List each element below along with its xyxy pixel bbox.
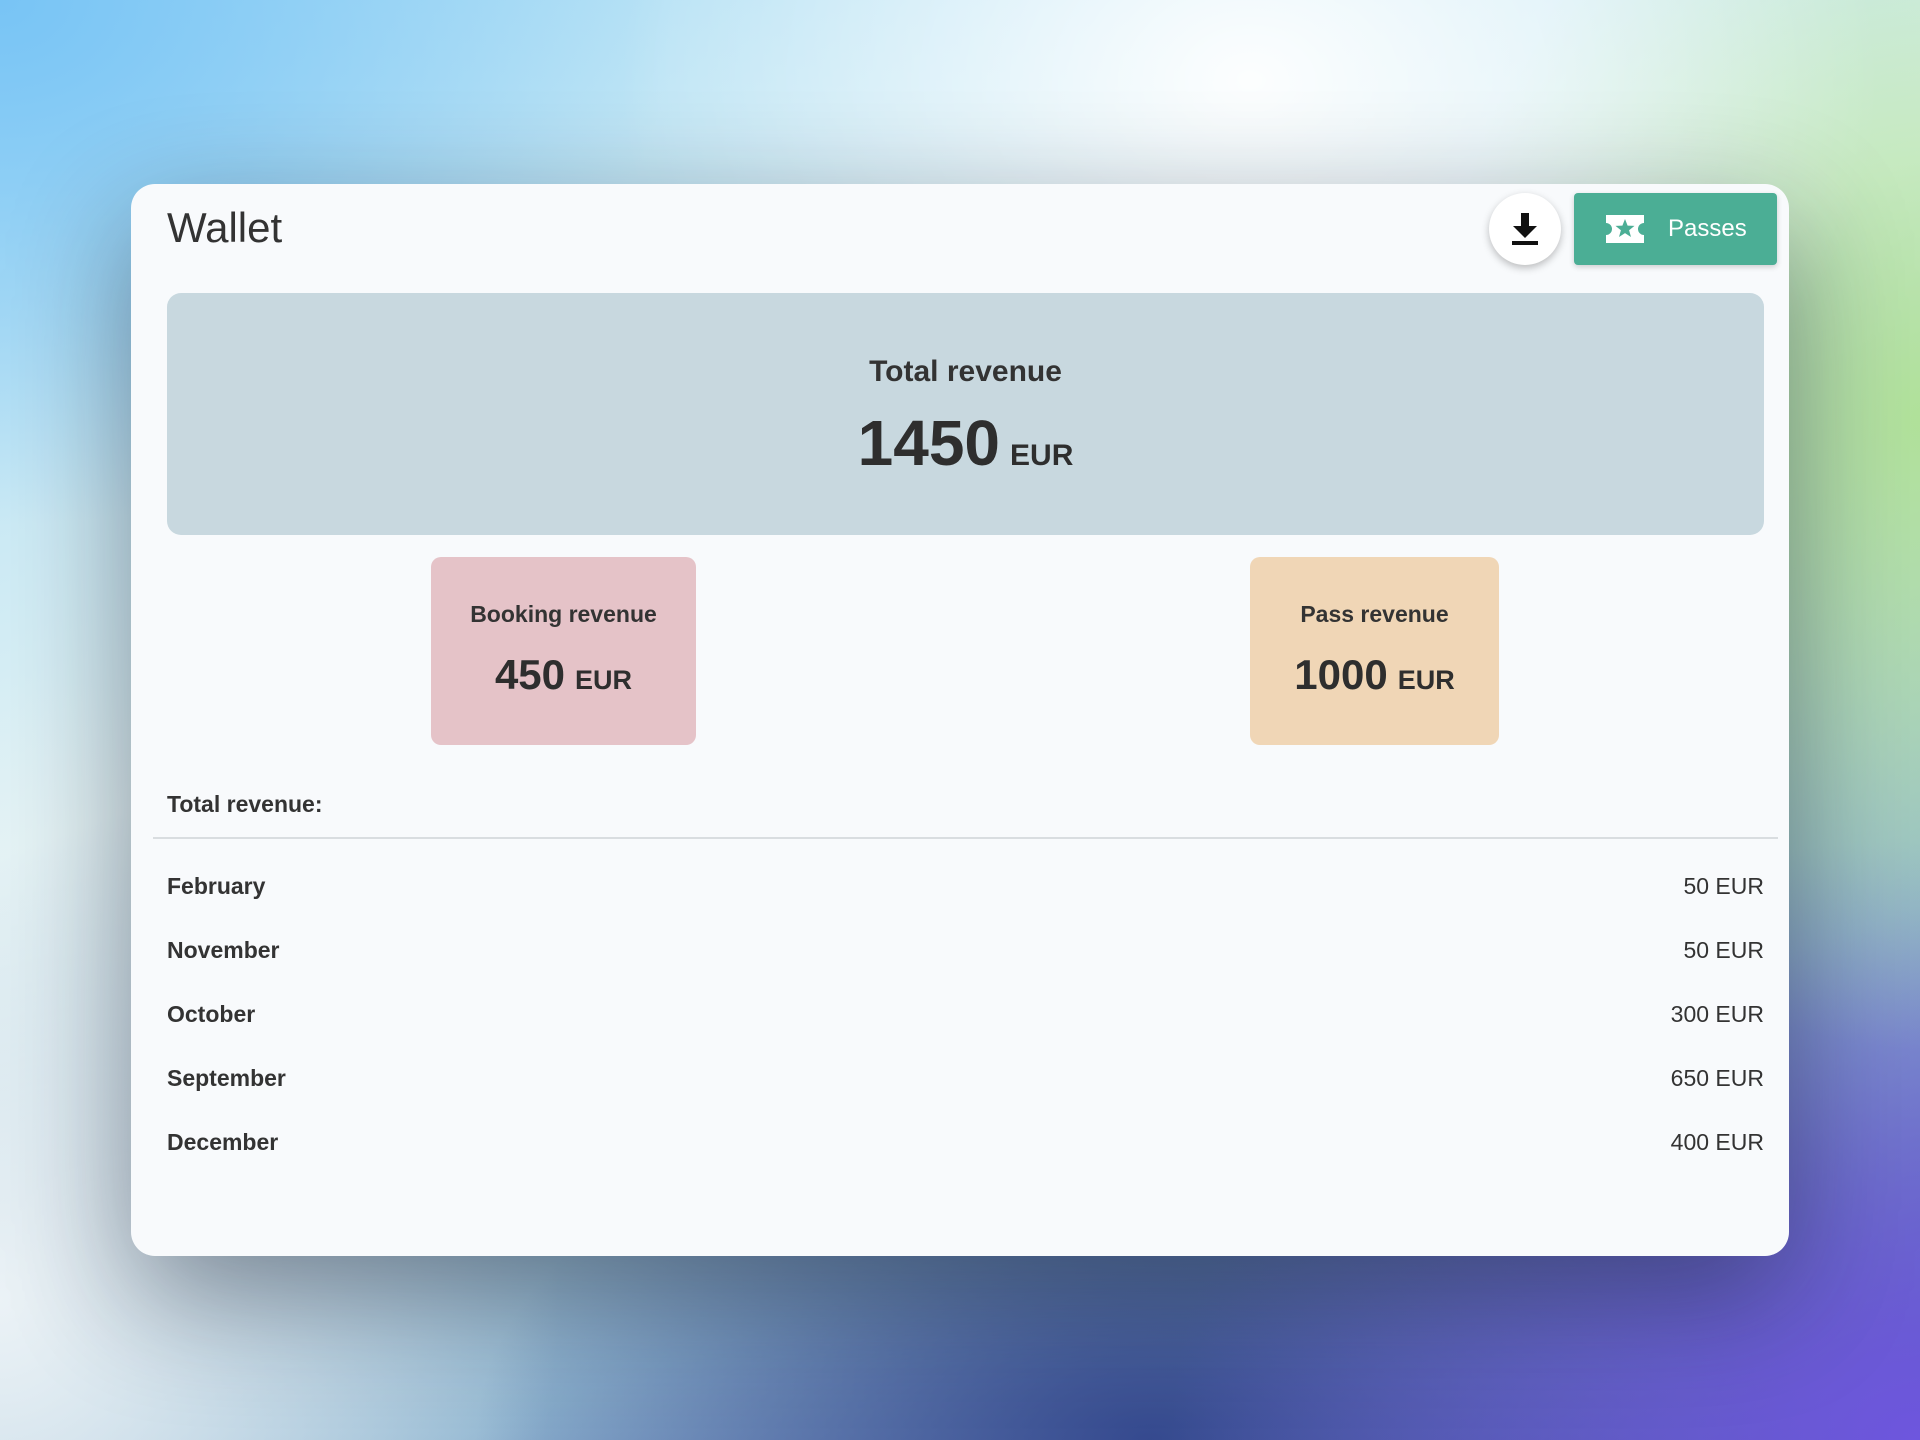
month-label: October — [167, 1000, 256, 1027]
total-revenue-label: Total revenue — [869, 355, 1062, 388]
booking-revenue-amount: 450 EUR — [431, 651, 696, 699]
pass-revenue-label: Pass revenue — [1300, 601, 1449, 627]
booking-revenue-card: Booking revenue 450 EUR — [431, 557, 696, 745]
monthly-revenue-list: February 50 EUR November 50 EUR October … — [167, 854, 1764, 1174]
pass-revenue-amount: 1000 EUR — [1250, 651, 1499, 699]
wallet-card: Wallet Passes Total revenue 1450 EUR Book… — [131, 184, 1789, 1256]
month-amount: 300 EUR — [1670, 1000, 1764, 1027]
breakdown-divider — [153, 837, 1778, 839]
month-label: December — [167, 1128, 279, 1155]
total-revenue-currency: EUR — [1010, 439, 1074, 472]
ticket-star-icon — [1604, 213, 1646, 245]
booking-revenue-label: Booking revenue — [470, 601, 657, 627]
month-amount: 400 EUR — [1670, 1128, 1764, 1155]
total-revenue-card: Total revenue 1450 EUR — [167, 293, 1764, 535]
month-amount: 650 EUR — [1670, 1064, 1764, 1091]
list-item: February 50 EUR — [167, 854, 1764, 918]
list-item: December 400 EUR — [167, 1110, 1764, 1174]
total-revenue-amount: 1450 EUR — [167, 406, 1764, 480]
breakdown-header: Total revenue: — [167, 791, 323, 817]
pass-revenue-currency: EUR — [1397, 665, 1455, 695]
list-item: November 50 EUR — [167, 918, 1764, 982]
pass-revenue-value: 1000 — [1294, 651, 1388, 698]
month-label: February — [167, 872, 266, 899]
list-item: September 650 EUR — [167, 1046, 1764, 1110]
download-button[interactable] — [1489, 193, 1561, 265]
list-item: October 300 EUR — [167, 982, 1764, 1046]
pass-revenue-card: Pass revenue 1000 EUR — [1250, 557, 1499, 745]
booking-revenue-currency: EUR — [575, 665, 633, 695]
total-revenue-value: 1450 — [857, 407, 1001, 479]
passes-button[interactable]: Passes — [1574, 193, 1777, 265]
page-title: Wallet — [167, 204, 283, 251]
month-label: November — [167, 936, 280, 963]
booking-revenue-value: 450 — [494, 651, 566, 698]
download-icon — [1512, 213, 1538, 245]
month-amount: 50 EUR — [1683, 936, 1764, 963]
month-label: September — [167, 1064, 286, 1091]
month-amount: 50 EUR — [1683, 872, 1764, 899]
passes-button-label: Passes — [1668, 215, 1747, 242]
